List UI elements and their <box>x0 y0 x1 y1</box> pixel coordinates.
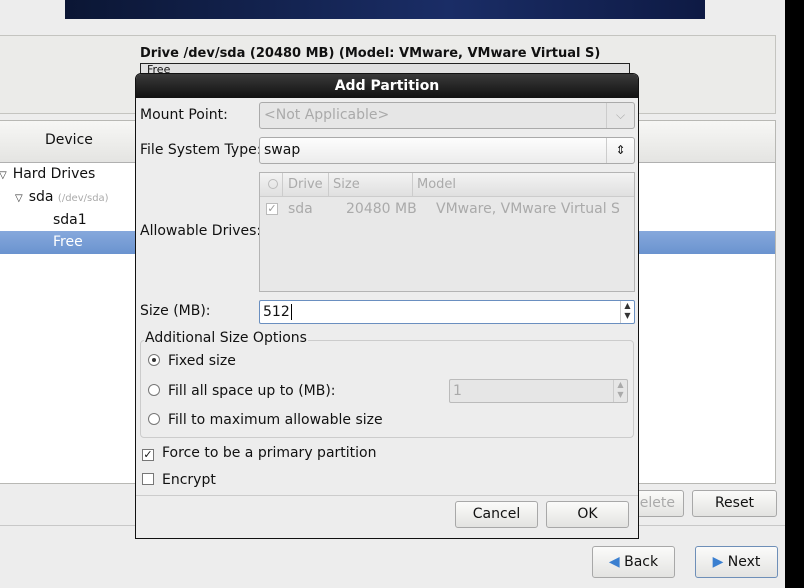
radio-label: Fill to maximum allowable size <box>168 412 383 428</box>
chevron-down-icon: ⌵ <box>606 103 634 128</box>
fs-type-label: File System Type: <box>140 142 262 158</box>
tree-item-sda1[interactable]: sda1 <box>53 209 87 231</box>
mount-point-value: <Not Applicable> <box>264 107 390 123</box>
tree-item-hard-drives[interactable]: ▽ Hard Drives <box>0 163 95 185</box>
drive-label: Drive /dev/sda (20480 MB) (Model: VMware… <box>140 46 601 61</box>
mount-point-combo[interactable]: <Not Applicable> ⌵ <box>259 102 635 129</box>
dialog-divider <box>136 495 638 496</box>
tree-item-label: sda <box>28 189 54 205</box>
tree-item-label: sda1 <box>53 212 87 228</box>
column-device[interactable]: Device <box>45 132 93 148</box>
radio-icon <box>148 354 160 366</box>
size-input[interactable]: 512 ▲ ▼ <box>259 300 635 324</box>
expander-icon[interactable]: ▽ <box>15 193 23 204</box>
header-banner <box>65 0 705 19</box>
radio-icon <box>148 384 160 396</box>
back-button[interactable]: ◀ Back <box>592 546 675 578</box>
back-label: Back <box>624 554 659 570</box>
next-label: Next <box>727 554 761 570</box>
checkbox-label: Encrypt <box>162 472 216 488</box>
checkbox-label: Force to be a primary partition <box>162 445 377 461</box>
ok-button[interactable]: OK <box>546 501 629 528</box>
drive-model: VMware, VMware Virtual S <box>436 201 620 217</box>
size-value: 512 <box>263 304 290 320</box>
screen-edge <box>785 0 804 588</box>
size-label: Size (MB): <box>140 303 211 319</box>
fs-type-combo[interactable]: swap ⇕ <box>259 137 635 164</box>
checkbox-unchecked-icon <box>142 473 154 485</box>
encrypt-checkbox[interactable]: Encrypt <box>142 472 216 488</box>
expander-icon[interactable]: ▽ <box>0 170 7 181</box>
tree-item-label: Free <box>53 234 83 250</box>
next-button[interactable]: ▶ Next <box>695 546 778 578</box>
fill-up-to-input[interactable]: 1 ▲ ▼ <box>449 379 628 403</box>
tree-item-path: (/dev/sda) <box>57 193 109 204</box>
drives-header: Drive Size Model <box>260 173 634 197</box>
radio-icon <box>148 413 160 425</box>
fill-up-to-spinner[interactable]: ▲ ▼ <box>613 380 627 402</box>
radio-fixed-size[interactable]: Fixed size <box>148 353 236 369</box>
drive-name: sda <box>288 201 313 217</box>
radio-fill-up-to[interactable]: Fill all space up to (MB): <box>148 383 336 399</box>
cancel-button[interactable]: Cancel <box>455 501 538 528</box>
tree-item-sda[interactable]: ▽ sda (/dev/sda) <box>15 186 109 208</box>
select-all-icon[interactable] <box>268 179 278 189</box>
next-arrow-icon: ▶ <box>712 554 724 570</box>
reset-button[interactable]: Reset <box>692 490 777 517</box>
fs-type-value: swap <box>264 142 301 158</box>
primary-partition-checkbox[interactable]: ✓ Force to be a primary partition <box>142 445 376 461</box>
radio-label: Fixed size <box>168 353 236 369</box>
column-model[interactable]: Model <box>412 173 456 197</box>
tree-item-label: Hard Drives <box>12 166 96 182</box>
drive-checkbox[interactable]: ✓ <box>266 203 278 215</box>
radio-fill-max[interactable]: Fill to maximum allowable size <box>148 412 383 428</box>
mount-point-label: Mount Point: <box>140 107 228 123</box>
drive-size: 20480 MB <box>346 201 417 217</box>
size-options-legend: Additional Size Options <box>144 330 308 346</box>
fill-up-to-value: 1 <box>453 383 462 399</box>
drive-row[interactable]: ✓ sda 20480 MB VMware, VMware Virtual S <box>260 197 634 221</box>
checkbox-checked-icon: ✓ <box>142 448 154 461</box>
column-size[interactable]: Size <box>328 173 360 197</box>
dialog-title: Add Partition <box>136 74 638 98</box>
text-cursor <box>290 304 292 320</box>
column-drive[interactable]: Drive <box>282 173 323 197</box>
updown-icon: ⇕ <box>606 138 634 163</box>
size-spinner[interactable]: ▲ ▼ <box>620 301 634 323</box>
add-partition-dialog: Add Partition Mount Point: <Not Applicab… <box>135 73 639 539</box>
back-arrow-icon: ◀ <box>608 554 620 570</box>
allowable-drives-label: Allowable Drives: <box>140 223 262 239</box>
radio-label: Fill all space up to (MB): <box>168 383 336 399</box>
allowable-drives-list[interactable]: Drive Size Model ✓ sda 20480 MB VMware, … <box>259 172 635 292</box>
